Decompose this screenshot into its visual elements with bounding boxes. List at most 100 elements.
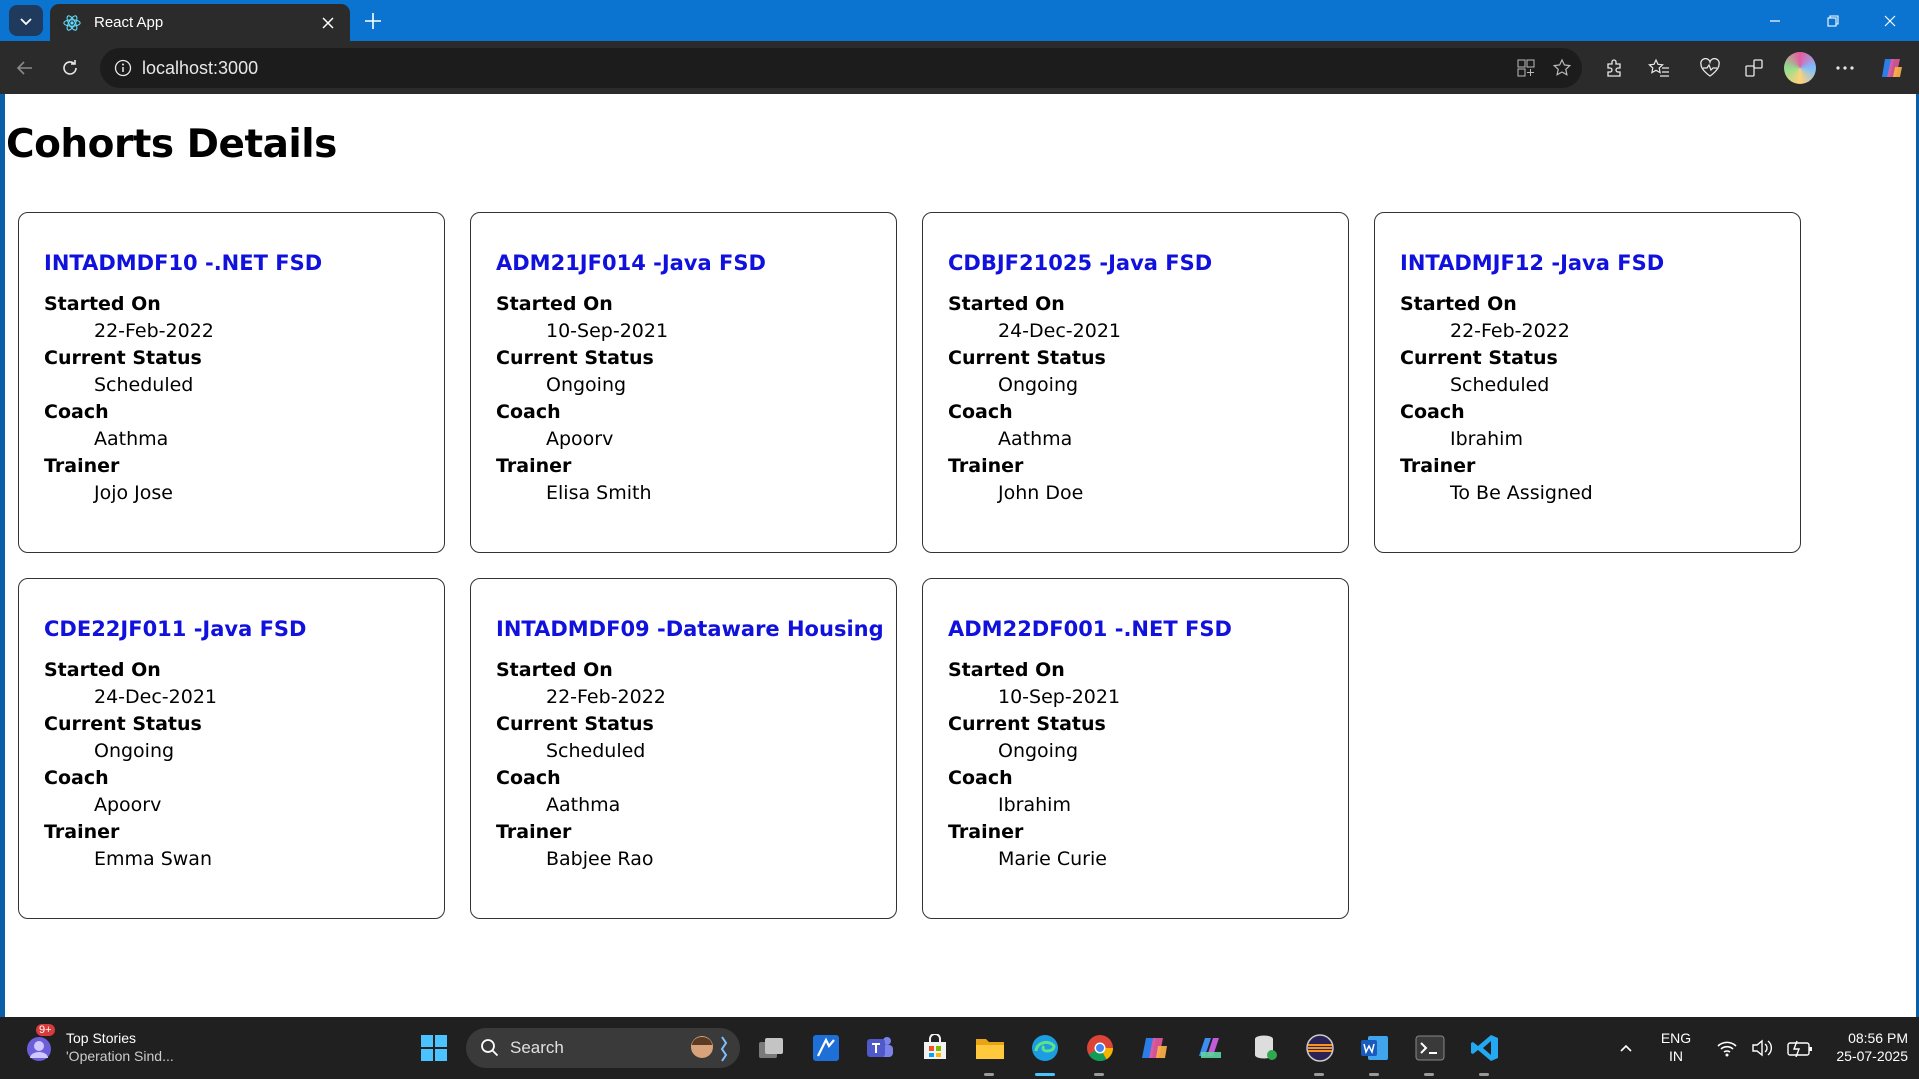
cohort-card: CDE22JF011 -Java FSD Started On 24-Dec-2… — [18, 578, 445, 919]
system-tray-quick-settings[interactable] — [1710, 1030, 1820, 1066]
vscode-icon — [1471, 1035, 1498, 1061]
current-status-value: Scheduled — [94, 374, 194, 396]
coach-value: Ibrahim — [998, 794, 1071, 816]
current-status-value: Ongoing — [998, 374, 1079, 396]
m365-button[interactable] — [1192, 1030, 1228, 1066]
more-horizontal-icon — [1836, 66, 1854, 70]
browser-essentials-button[interactable] — [1693, 51, 1727, 85]
url-text[interactable]: localhost:3000 — [142, 58, 258, 79]
copilot-app-button[interactable] — [1137, 1030, 1173, 1066]
news-subtitle: 'Operation Sind... — [66, 1048, 174, 1064]
word-button[interactable] — [1357, 1030, 1393, 1066]
language-indicator[interactable]: ENG IN — [1658, 1029, 1694, 1065]
browser-toolbar: localhost:3000 — [0, 41, 1919, 94]
folder-icon — [976, 1039, 1004, 1059]
store-button[interactable] — [917, 1030, 953, 1066]
restore-icon — [1827, 14, 1839, 27]
heart-pulse-icon — [1700, 58, 1720, 77]
wifi-icon — [1717, 1041, 1737, 1057]
tab-actions-menu-button[interactable] — [9, 5, 43, 36]
started-on-value: 22-Feb-2022 — [94, 320, 214, 342]
search-icon — [481, 1039, 499, 1057]
browser-tab-active[interactable]: React App — [50, 4, 350, 41]
start-button[interactable] — [416, 1030, 452, 1066]
clock[interactable]: 08:56 PM 25-07-2025 — [1812, 1029, 1908, 1065]
current-status-label: Current Status — [948, 347, 1106, 369]
edge-browser-icon — [1032, 1035, 1058, 1061]
database-app-button[interactable] — [1247, 1030, 1283, 1066]
eclipse-button[interactable] — [1302, 1030, 1338, 1066]
current-status-value: Ongoing — [94, 740, 175, 762]
cohort-title: ADM22DF001 -.NET FSD — [948, 617, 1232, 641]
trainer-label: Trainer — [1400, 455, 1476, 477]
tab-title: React App — [94, 14, 164, 31]
started-on-label: Started On — [948, 659, 1065, 681]
search-label: Search — [510, 1038, 564, 1057]
favorites-button[interactable] — [1642, 51, 1676, 85]
cohort-card: INTADMJF12 -Java FSD Started On 22-Feb-2… — [1374, 212, 1801, 553]
task-view-button[interactable] — [753, 1030, 789, 1066]
chevron-down-icon — [20, 17, 32, 25]
cohort-card: ADM21JF014 -Java FSD Started On 10-Sep-2… — [470, 212, 897, 553]
file-explorer-button[interactable] — [972, 1030, 1008, 1066]
started-on-label: Started On — [948, 293, 1065, 315]
started-on-value: 22-Feb-2022 — [1450, 320, 1570, 342]
browser-title-bar: React App — [0, 0, 1919, 41]
chevron-up-icon — [1620, 1044, 1632, 1052]
edge-button[interactable] — [1027, 1030, 1063, 1066]
terminal-button[interactable] — [1412, 1030, 1448, 1066]
trainer-value: Marie Curie — [998, 848, 1107, 870]
clock-time: 08:56 PM — [1848, 1030, 1908, 1046]
coach-value: Aathma — [94, 428, 169, 450]
taskbar-search[interactable]: Search — [466, 1028, 740, 1068]
app-available-icon[interactable] — [1510, 55, 1542, 81]
cohort-title: INTADMDF09 -Dataware Housing — [496, 617, 884, 641]
minimize-button[interactable] — [1747, 0, 1803, 41]
site-info-icon[interactable] — [112, 57, 134, 79]
vscode-button[interactable] — [1467, 1030, 1503, 1066]
coach-value: Aathma — [546, 794, 621, 816]
chrome-button[interactable] — [1082, 1030, 1118, 1066]
cohort-card: CDBJF21025 -Java FSD Started On 24-Dec-2… — [922, 212, 1349, 553]
settings-more-button[interactable] — [1828, 51, 1862, 85]
back-button[interactable] — [8, 51, 42, 85]
address-bar[interactable]: localhost:3000 — [100, 48, 1582, 88]
task-view-icon — [759, 1038, 783, 1058]
cohort-details: Started On 22-Feb-2022 Current Status Sc… — [496, 657, 666, 873]
started-on-value: 22-Feb-2022 — [546, 686, 666, 708]
current-status-value: Ongoing — [998, 740, 1079, 762]
current-status-label: Current Status — [496, 713, 654, 735]
copilot-icon — [1882, 59, 1902, 77]
refresh-button[interactable] — [53, 51, 87, 85]
current-status-label: Current Status — [496, 347, 654, 369]
profile-avatar[interactable] — [1784, 52, 1816, 84]
minimize-icon — [1770, 19, 1780, 22]
new-tab-button[interactable] — [358, 6, 388, 36]
coach-label: Coach — [496, 767, 561, 789]
trainer-label: Trainer — [948, 821, 1024, 843]
cohort-card: INTADMDF09 -Dataware Housing Started On … — [470, 578, 897, 919]
copilot-button[interactable] — [1875, 51, 1909, 85]
cohort-title: CDE22JF011 -Java FSD — [44, 617, 307, 641]
teams-icon — [867, 1037, 893, 1057]
chrome-icon — [1087, 1035, 1114, 1062]
restore-button[interactable] — [1805, 0, 1861, 41]
collections-button[interactable] — [1737, 51, 1771, 85]
teams-button[interactable] — [862, 1030, 898, 1066]
close-window-button[interactable] — [1862, 0, 1918, 41]
coach-label: Coach — [1400, 401, 1465, 423]
refresh-icon — [63, 60, 77, 75]
news-widget[interactable]: 9+ Top Stories 'Operation Sind... — [22, 1024, 174, 1065]
current-status-label: Current Status — [1400, 347, 1558, 369]
plus-icon — [365, 13, 381, 29]
tab-close-button[interactable] — [316, 11, 340, 35]
extensions-button[interactable] — [1597, 51, 1631, 85]
trainer-value: Elisa Smith — [546, 482, 652, 504]
favorites-list-icon — [1648, 58, 1669, 77]
show-hidden-icons-button[interactable] — [1611, 1030, 1641, 1066]
started-on-value: 10-Sep-2021 — [546, 320, 669, 342]
coach-label: Coach — [496, 401, 561, 423]
taskbar-app-1[interactable] — [808, 1030, 844, 1066]
favorite-star-icon[interactable] — [1546, 55, 1578, 81]
windows-logo-icon — [421, 1035, 447, 1061]
